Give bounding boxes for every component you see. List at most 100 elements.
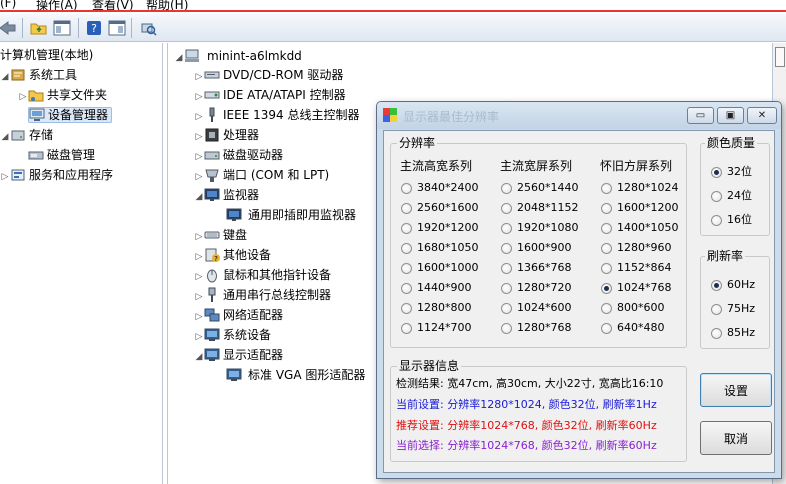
resolution-option[interactable]: 1024*768 (601, 280, 672, 296)
resolution-option[interactable]: 2560*1600 (401, 200, 479, 216)
radio-button[interactable] (711, 190, 722, 202)
menu-view[interactable]: 查看(V) (92, 0, 134, 10)
expand-arrow-icon[interactable]: ▷ (194, 127, 204, 147)
expand-arrow-icon[interactable]: ◢ (0, 67, 10, 87)
resolution-option[interactable]: 1600*1000 (401, 260, 479, 276)
radio-button[interactable] (501, 242, 512, 254)
expand-arrow-icon[interactable]: ▷ (194, 87, 204, 107)
scan-hardware-icon[interactable] (137, 17, 159, 39)
menu-file[interactable]: (F) (0, 0, 16, 10)
show-hide-pane-icon[interactable] (106, 17, 128, 39)
color-quality-option[interactable]: 32位 (711, 164, 752, 180)
resolution-option[interactable]: 1280*1024 (601, 180, 679, 196)
radio-button[interactable] (711, 303, 722, 315)
expand-arrow-icon[interactable]: ▷ (18, 87, 28, 107)
device-category-ieee1394[interactable]: ▷ IEEE 1394 总线主控制器 (194, 105, 359, 125)
expand-arrow-icon[interactable]: ▷ (194, 227, 204, 247)
radio-button[interactable] (501, 182, 512, 194)
menu-help[interactable]: 帮助(H) (146, 0, 188, 10)
device-category-network[interactable]: ▷ 网络适配器 (194, 305, 283, 325)
expand-arrow-icon[interactable]: ▷ (194, 67, 204, 87)
device-category-display[interactable]: ◢ 显示适配器 (194, 345, 283, 365)
radio-button[interactable] (601, 322, 612, 334)
device-category-other[interactable]: ▷? 其他设备 (194, 245, 271, 265)
tree-root-computer-management[interactable]: 计算机管理(本地) (0, 45, 93, 65)
radio-button[interactable] (401, 202, 412, 214)
tree-item-storage[interactable]: ◢ 存储 (0, 125, 53, 145)
device-category-disk[interactable]: ▷ 磁盘驱动器 (194, 145, 283, 165)
radio-button[interactable] (401, 262, 412, 274)
cancel-button[interactable]: 取消 (700, 421, 772, 455)
tree-item-shared-folders[interactable]: ▷ 共享文件夹 (18, 85, 107, 105)
device-item-pnp-monitor[interactable]: 通用即插即用监视器 (226, 205, 356, 225)
refresh-rate-option[interactable]: 85Hz (711, 325, 755, 341)
close-button[interactable]: ✕ (747, 107, 777, 124)
dialog-title-bar[interactable]: 显示器最佳分辨率 ▭ ▣ ✕ (377, 102, 781, 129)
resolution-option[interactable]: 1124*700 (401, 320, 472, 336)
radio-button[interactable] (711, 327, 722, 339)
expand-arrow-icon[interactable]: ◢ (194, 187, 204, 207)
radio-button[interactable] (601, 302, 612, 314)
expand-arrow-icon[interactable]: ◢ (174, 48, 184, 68)
device-category-keyboard[interactable]: ▷ 键盘 (194, 225, 247, 245)
resolution-option[interactable]: 1280*720 (501, 280, 572, 296)
radio-button[interactable] (401, 242, 412, 254)
radio-button[interactable] (711, 166, 722, 178)
resolution-option[interactable]: 1024*600 (501, 300, 572, 316)
expand-arrow-icon[interactable]: ▷ (194, 287, 204, 307)
tree-item-disk-management[interactable]: 磁盘管理 (18, 145, 95, 165)
expand-arrow-icon[interactable]: ▷ (194, 247, 204, 267)
device-category-processor[interactable]: ▷ 处理器 (194, 125, 259, 145)
expand-arrow-icon[interactable]: ▷ (194, 147, 204, 167)
expand-arrow-icon[interactable]: ▷ (194, 327, 204, 347)
radio-button[interactable] (711, 279, 722, 291)
radio-button[interactable] (501, 322, 512, 334)
resolution-option[interactable]: 1920*1080 (501, 220, 579, 236)
radio-button[interactable] (601, 262, 612, 274)
resolution-option[interactable]: 1600*900 (501, 240, 572, 256)
radio-button[interactable] (601, 182, 612, 194)
device-category-port[interactable]: ▷ 端口 (COM 和 LPT) (194, 165, 330, 185)
radio-button[interactable] (401, 322, 412, 334)
maximize-button[interactable]: ▣ (717, 107, 744, 124)
resolution-option[interactable]: 1440*900 (401, 280, 472, 296)
expand-arrow-icon[interactable]: ▷ (194, 107, 204, 127)
radio-button[interactable] (601, 222, 612, 234)
radio-button[interactable] (401, 282, 412, 294)
set-button[interactable]: 设置 (700, 373, 772, 407)
console-tree-icon[interactable] (51, 17, 73, 39)
radio-button[interactable] (501, 222, 512, 234)
device-category-dvd[interactable]: ▷ DVD/CD-ROM 驱动器 (194, 65, 344, 87)
actions-pane-tab[interactable] (775, 47, 785, 67)
radio-button[interactable] (601, 202, 612, 214)
help-icon[interactable]: ? (83, 17, 105, 39)
radio-button[interactable] (401, 222, 412, 234)
refresh-rate-option[interactable]: 60Hz (711, 277, 755, 293)
resolution-option[interactable]: 1600*1200 (601, 200, 679, 216)
resolution-option[interactable]: 1366*768 (501, 260, 572, 276)
tree-item-system-tools[interactable]: ◢ 系统工具 (0, 65, 77, 85)
resolution-option[interactable]: 1400*1050 (601, 220, 679, 236)
device-category-ide[interactable]: ▷ IDE ATA/ATAPI 控制器 (194, 85, 346, 105)
radio-button[interactable] (601, 282, 612, 294)
resolution-option[interactable]: 2048*1152 (501, 200, 579, 216)
radio-button[interactable] (501, 302, 512, 314)
resolution-option[interactable]: 3840*2400 (401, 180, 479, 196)
device-category-system[interactable]: ▷ 系统设备 (194, 325, 271, 345)
radio-button[interactable] (501, 262, 512, 274)
menu-action[interactable]: 操作(A) (36, 0, 78, 10)
expand-arrow-icon[interactable]: ▷ (0, 167, 10, 187)
expand-arrow-icon[interactable]: ◢ (0, 127, 10, 147)
resolution-option[interactable]: 1152*864 (601, 260, 672, 276)
tree-item-device-manager[interactable]: 设备管理器 (18, 105, 113, 125)
radio-button[interactable] (401, 182, 412, 194)
radio-button[interactable] (601, 242, 612, 254)
resolution-option[interactable]: 640*480 (601, 320, 665, 336)
color-quality-option[interactable]: 16位 (711, 212, 752, 228)
resolution-option[interactable]: 1280*768 (501, 320, 572, 336)
device-category-usb[interactable]: ▷ 通用串行总线控制器 (194, 285, 331, 305)
tree-item-services-apps[interactable]: ▷ 服务和应用程序 (0, 165, 113, 185)
folder-up-icon[interactable] (28, 17, 50, 39)
radio-button[interactable] (501, 282, 512, 294)
resolution-option[interactable]: 1680*1050 (401, 240, 479, 256)
